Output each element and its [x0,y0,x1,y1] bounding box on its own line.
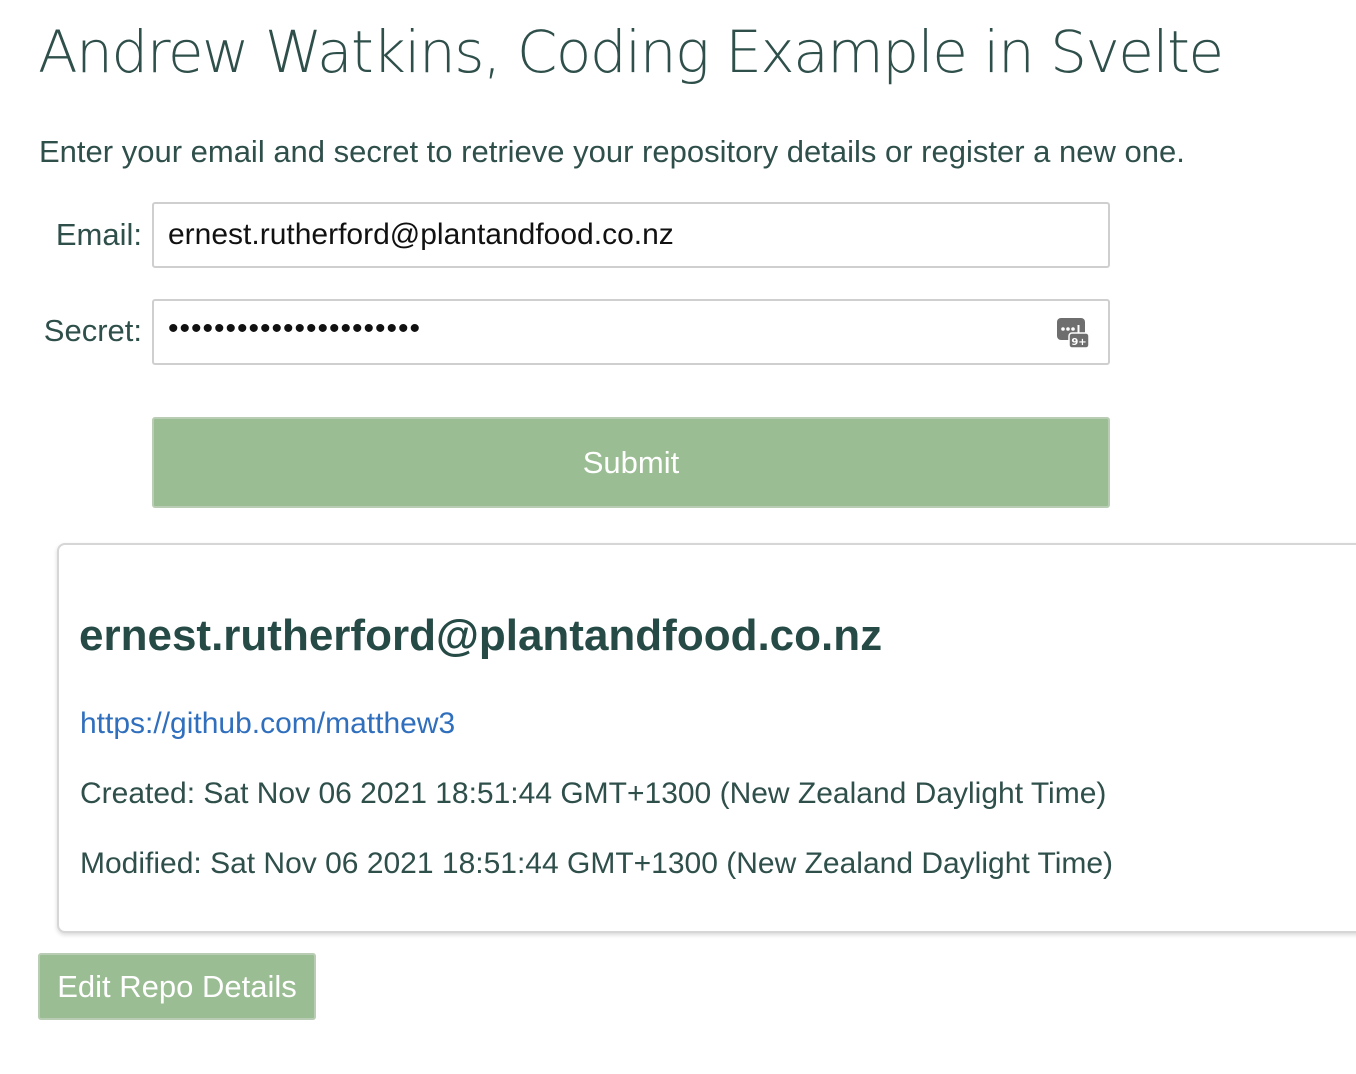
repo-owner-email: ernest.rutherford@plantandfood.co.nz [79,611,883,660]
secret-label: Secret: [43,313,142,348]
password-autofill-icon[interactable]: 9+ [1056,316,1090,350]
secret-field[interactable]: •••••••••••••••••••••• 9+ [152,299,1110,365]
email-field-value: ernest.rutherford@plantandfood.co.nz [168,218,674,251]
page-title: Andrew Watkins, Coding Example in Svelte [38,18,1224,86]
submit-button[interactable]: Submit [152,417,1110,508]
email-label: Email: [55,217,142,252]
password-icon-badge: 9+ [1071,337,1086,348]
repo-details-card: ernest.rutherford@plantandfood.co.nz htt… [57,543,1356,933]
edit-repo-details-button[interactable]: Edit Repo Details [38,953,316,1020]
email-field[interactable]: ernest.rutherford@plantandfood.co.nz [152,202,1110,268]
secret-field-value: •••••••••••••••••••••• [168,312,422,345]
intro-text: Enter your email and secret to retrieve … [39,134,1185,169]
repo-modified-text: Modified: Sat Nov 06 2021 18:51:44 GMT+1… [80,847,1114,880]
repo-created-text: Created: Sat Nov 06 2021 18:51:44 GMT+13… [80,777,1107,810]
repo-url-link[interactable]: https://github.com/matthew3 [80,707,455,741]
